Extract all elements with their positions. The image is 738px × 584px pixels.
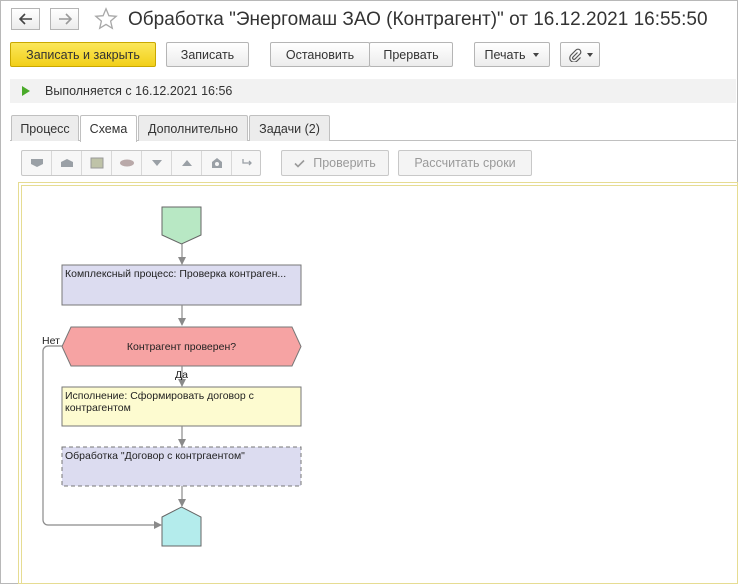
complex-process-label: Комплексный процесс: Проверка контраген.… xyxy=(65,268,287,280)
tab-schema[interactable]: Схема xyxy=(80,115,137,142)
processing-label: Обработка "Договор с контргаентом" xyxy=(65,450,245,462)
branch-no-label: Нет xyxy=(42,335,60,347)
diagram-connectors xyxy=(42,206,302,547)
condition-label: Контрагент проверен? xyxy=(126,341,237,353)
connector-condition-no xyxy=(42,345,162,529)
branch-yes-label: Да xyxy=(175,369,188,381)
execution-label: Исполнение: Сформировать договор с контр… xyxy=(65,390,254,414)
start-node[interactable] xyxy=(161,206,202,245)
end-node[interactable] xyxy=(161,506,202,547)
